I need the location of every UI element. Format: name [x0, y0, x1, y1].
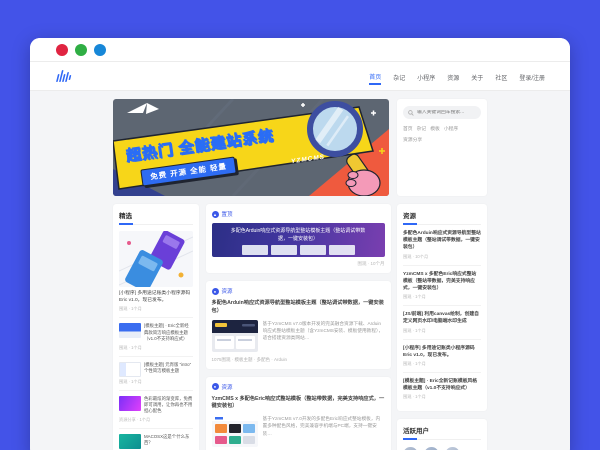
search-input[interactable] [417, 110, 476, 115]
list-item-thumbnail [119, 323, 141, 339]
post-description: 基于YzmCMS v7.0版本开发的完美融合资源下载、Arduin响应式整站模板… [262, 320, 384, 341]
list-item[interactable]: [小程序] 多用途记账类小程序源码Eric v1.0，现已发布。 围观 · 1个… [403, 340, 481, 373]
list-item-title: MACOSX这是个什么东西？ [144, 433, 190, 445]
search-card: 首页 杂记 模板 小程序 资源分享 [397, 99, 487, 196]
list-item-title: 色彩最炫的渐变库，免费即可调用，让你再也不用担心配色 [144, 395, 193, 414]
browser-window: 首页 杂记 小程序 资源 关于 社区 登录/注册 超热门 全能建站系统 YZMC… [30, 38, 570, 450]
hot-tag[interactable]: 首页 [403, 125, 413, 132]
post-hero-image: 多配色Arduin响应式资源导航型整站模板主题（整站调试带数据，一键安装包） [211, 223, 385, 257]
hot-tag[interactable]: 杂记 [417, 125, 427, 132]
list-item[interactable]: [模板主题] · Eric全新记账模板风格模板主题（v1.0不支持响应式） 围观… [403, 373, 481, 405]
nav-item-about[interactable]: 关于 [471, 69, 483, 84]
category-badge-icon: ● [211, 383, 219, 391]
list-item-meta: 围观 · 1个月 [403, 394, 426, 400]
list-item-meta: 围观 · 1个月 [403, 360, 426, 366]
hot-tag[interactable]: 模板 [430, 125, 440, 132]
list-item-thumbnail [119, 395, 141, 411]
page-content: 超热门 全能建站系统 YZMCMS 免费 开源 全能 轻量 首页 [30, 91, 570, 450]
list-item[interactable]: [模板主题] · Eric全新经典款简洁响应模板主题（v1.0不支持响应式） 围… [119, 318, 193, 357]
post-item[interactable]: ● 资源 YzmCMS x 多配色Eric响应式整站模板（整站带数据，完美支持响… [205, 376, 391, 450]
list-item-thumbnail [119, 433, 141, 449]
resources-card: 资源 多配色Arduin响应式资源导航型整站模板主题（整站调试带数据，一键安装包… [397, 204, 487, 412]
featured-lead-title: [小程序] 多用途记账类小程序源码Eric v1.0，现已发布。 [119, 291, 191, 304]
list-item-title: [JS/前端] 利用canvas绘制，创建自定义网页水印/电脑端水印生成 [403, 312, 479, 325]
list-item[interactable]: 色彩最炫的渐变库，免费即可调用，让你再也不用担心配色 资源分享 · 1个月 [119, 391, 193, 429]
list-item-title: [小程序] 多用途记账类小程序源码Eric v1.0，现已发布。 [403, 345, 475, 358]
featured-card: 精选 [小程序] 多用途记账类小程序源码Eric v1.0，现已发布。 围观 ·… [113, 204, 199, 450]
list-item-meta: 围观 · 1个月 [119, 378, 142, 384]
nav-item-community[interactable]: 社区 [495, 69, 507, 84]
featured-lead-meta: 围观 · 1个月 [119, 306, 142, 312]
list-item-title: YzmCMS x 多配色Eric响应式整站模板（整站带数据，完美支持响应式，一键… [403, 271, 477, 291]
featured-header: 精选 [119, 210, 193, 225]
nav-item-miniprogram[interactable]: 小程序 [417, 69, 435, 84]
post-hero-title: 多配色Arduin响应式资源导航型整站模板主题（整站调试带数据，一键安装包） [230, 228, 366, 242]
featured-lead-item[interactable]: [小程序] 多用途记账类小程序源码Eric v1.0，现已发布。 围观 · 1个… [119, 231, 193, 319]
list-item-title: [模板主题] · Eric全新经典款简洁响应模板主题（v1.0不支持响应式） [144, 323, 189, 342]
post-item[interactable]: ● 资源 多配色Arduin响应式资源导航型整站模板主题（整站调试带数据，一键安… [205, 281, 391, 369]
pin-badge-icon: ▲ [211, 210, 219, 218]
list-item[interactable]: [JS/前端] 利用canvas绘制，创建自定义网页水印/电脑端水印生成 围观 … [403, 306, 481, 340]
list-item-meta: 围观 · 1个月 [403, 327, 426, 333]
active-users-card: 活跃用户 [397, 419, 487, 450]
list-item-meta: 围观 · 1个月 [119, 344, 142, 350]
post-title: 多配色Arduin响应式资源导航型整站模板主题（整站调试带数据，一键安装包） [211, 300, 384, 314]
post-category: 资源 [221, 289, 233, 295]
hero-banner[interactable]: 超热门 全能建站系统 YZMCMS 免费 开源 全能 轻量 [113, 99, 389, 196]
nav-item-resources[interactable]: 资源 [447, 69, 459, 84]
post-category: 置顶 [221, 212, 233, 218]
list-item[interactable]: 多配色Arduin响应式资源导航型整站模板主题（整站调试带数据，一键安装包） 围… [403, 225, 481, 266]
post-title: YzmCMS x 多配色Eric响应式整站模板（整站带数据，完美支持响应式，一键… [211, 395, 385, 410]
search-box [403, 106, 481, 119]
browser-chrome [30, 38, 570, 62]
nav-item-notes[interactable]: 杂记 [393, 69, 405, 84]
list-item-title: [模板主题] · Eric全新记账模板风格模板主题（v1.0不支持响应式） [403, 378, 478, 392]
nav-item-home[interactable]: 首页 [369, 68, 382, 85]
close-button[interactable] [56, 43, 68, 56]
list-item-title: [模板主题] 元宵版 “intro” 个性简洁模板主题 [144, 361, 192, 373]
maximize-button[interactable] [94, 43, 106, 56]
post-thumbnail [211, 319, 258, 352]
nav-item-login[interactable]: 登录/注册 [519, 69, 545, 84]
search-icon [408, 109, 414, 116]
post-category: 资源 [221, 384, 233, 391]
category-badge-icon: ● [211, 287, 219, 295]
post-meta: 围观 · 10个月 [357, 261, 385, 266]
post-meta: 1075围观 · 模板主题 · 多配色 · Arduin [211, 356, 288, 362]
resources-header: 资源 [403, 210, 481, 225]
list-item-title: 多配色Arduin响应式资源导航型整站模板主题（整站调试带数据，一键安装包） [403, 231, 481, 251]
site-navbar: 首页 杂记 小程序 资源 关于 社区 登录/注册 [30, 62, 570, 91]
post-description: 基于YzmCMS v7.0开发的多配色Eric响应式整站模板，内置多种配色风格，… [262, 416, 381, 436]
active-users-header: 活跃用户 [403, 425, 481, 441]
hero-thumbnail-strip [212, 245, 385, 255]
pinned-post[interactable]: ▲ 置顶 多配色Arduin响应式资源导航型整站模板主题（整站调试带数据，一键安… [205, 204, 391, 273]
list-item-meta: 资源分享 · 1个月 [119, 416, 151, 422]
nav-menu: 首页 杂记 小程序 资源 关于 社区 登录/注册 [369, 68, 545, 85]
featured-lead-image [119, 231, 193, 287]
list-item[interactable]: [模板主题] 元宵版 “intro” 个性简洁模板主题 围观 · 1个月 [119, 357, 193, 391]
minimize-button[interactable] [75, 43, 87, 56]
list-item[interactable]: YzmCMS x 多配色Eric响应式整站模板（整站带数据，完美支持响应式，一键… [403, 266, 481, 307]
list-item[interactable]: MACOSX这是个什么东西？ 深度观点 · 1个月 [119, 429, 193, 450]
hot-tags: 首页 杂记 模板 小程序 资源分享 [403, 125, 481, 143]
list-item-thumbnail [119, 361, 141, 377]
logo-icon[interactable] [55, 70, 77, 82]
list-item-meta: 围观 · 1个月 [403, 294, 426, 300]
hot-tag[interactable]: 小程序 [444, 125, 458, 132]
post-thumbnail [211, 415, 258, 448]
hot-tag[interactable]: 资源分享 [403, 136, 422, 143]
list-item-meta: 围观 · 10个月 [403, 253, 429, 259]
